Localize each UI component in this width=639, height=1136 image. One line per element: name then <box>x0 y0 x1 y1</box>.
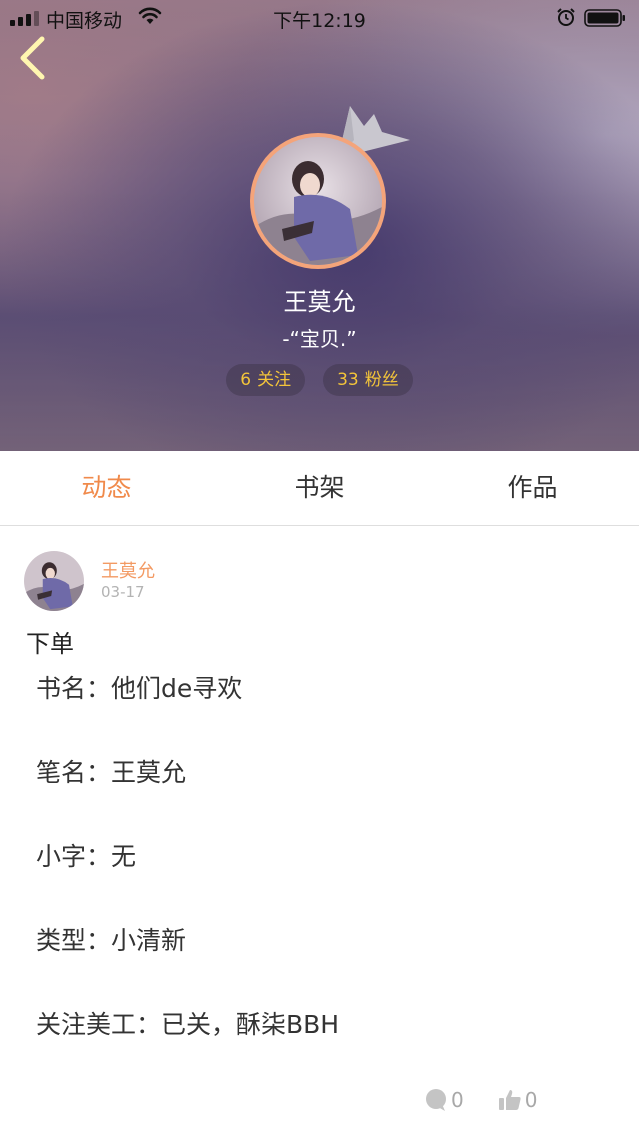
back-chevron-icon[interactable] <box>14 34 54 82</box>
like-button[interactable]: 0 <box>498 1085 538 1115</box>
post-author-avatar[interactable] <box>24 551 84 611</box>
tab-bar: 动态 书架 作品 <box>0 451 639 526</box>
post-author-name[interactable]: 王莫允 <box>101 557 155 583</box>
alarm-icon <box>557 8 575 26</box>
followers-button[interactable]: 33 粉丝 <box>323 364 413 396</box>
followers-label: 粉丝 <box>364 370 399 390</box>
status-bar: 中国移动 下午12:19 <box>0 0 639 36</box>
followers-count: 33 <box>337 370 359 390</box>
profile-motto: -“宝贝.” <box>282 327 357 351</box>
post-avatar-photo <box>24 551 84 611</box>
post-line: 类型：小清新 <box>36 926 187 955</box>
tab-bookshelf[interactable]: 书架 <box>213 451 426 525</box>
following-label: 关注 <box>257 370 292 390</box>
post-line: 关注美工：已关，酥柒BBH <box>36 1010 340 1039</box>
like-icon <box>498 1090 521 1110</box>
profile-stats: 6 关注 33 粉丝 <box>0 364 639 396</box>
post-line: 小字：无 <box>36 842 137 871</box>
post-actions: 0 0 <box>424 1085 537 1115</box>
comment-count: 0 <box>451 1088 464 1112</box>
following-button[interactable]: 6 关注 <box>226 364 306 396</box>
comment-button[interactable]: 0 <box>424 1085 464 1115</box>
post-date: 03-17 <box>101 583 145 601</box>
avatar[interactable] <box>250 133 386 269</box>
like-count: 0 <box>524 1088 538 1112</box>
tab-works[interactable]: 作品 <box>426 451 639 525</box>
post-line: 笔名：王莫允 <box>36 758 187 787</box>
battery-icon <box>584 9 625 27</box>
following-count: 6 <box>240 370 252 390</box>
profile-header: 中国移动 下午12:19 王莫允 -“宝贝.” 6 关注 33 粉丝 <box>0 0 639 451</box>
post-body: 书名：他们de寻欢 笔名：王莫允 小字：无 类型：小清新 关注美工：已关，酥柒B… <box>36 670 339 1090</box>
comment-icon <box>426 1089 446 1111</box>
status-time: 下午12:19 <box>273 10 366 32</box>
tab-updates[interactable]: 动态 <box>0 451 213 525</box>
avatar-photo <box>254 137 382 265</box>
profile-name: 王莫允 <box>283 288 356 316</box>
post-title: 下单 <box>26 630 74 658</box>
post-line: 书名：他们de寻欢 <box>36 674 243 703</box>
